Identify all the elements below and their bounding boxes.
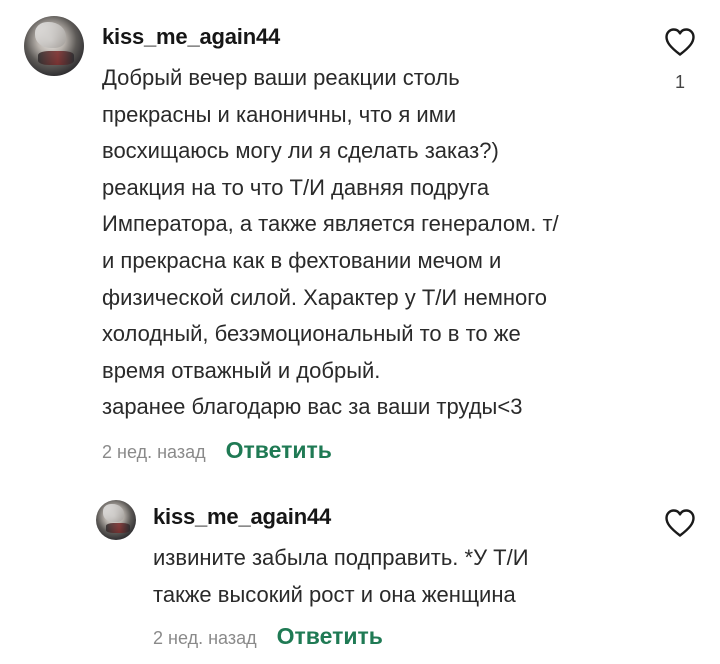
comment-text-line: и прекрасна как в фехтовании мечом и	[102, 247, 502, 273]
avatar[interactable]	[24, 16, 84, 76]
comment-text-line: восхищаюсь могу ли я сделать заказ?)	[102, 138, 499, 164]
like-count: 1	[674, 72, 685, 92]
reply-button[interactable]: Ответить	[226, 437, 332, 464]
comment-text-line: холодный, безэмоциональный то в то же	[102, 321, 521, 347]
comment-username[interactable]: kiss_me_again44	[102, 24, 280, 50]
comment-meta: 2 нед. назад Ответить	[102, 437, 332, 464]
reply-timestamp: 2 нед. назад	[153, 628, 257, 648]
reply-text-line: также высокий рост и она женщина	[153, 581, 516, 607]
reply-button[interactable]: Ответить	[277, 623, 383, 650]
comment-text-line: Императора, а также является генералом. …	[102, 211, 559, 237]
comment-text-line: физической силой. Характер у Т/И немного	[102, 284, 548, 310]
comment-text-line: время отважный и добрый.	[102, 357, 381, 383]
like-button[interactable]	[664, 27, 696, 57]
comment-text-line: прекрасны и каноничны, что я ими	[102, 101, 457, 127]
heart-outline-icon	[665, 509, 695, 537]
like-button[interactable]	[664, 508, 696, 538]
avatar[interactable]	[96, 500, 136, 540]
reply-meta: 2 нед. назад Ответить	[153, 623, 383, 650]
comment-timestamp: 2 нед. назад	[102, 442, 206, 462]
comment-text-line: Добрый вечер ваши реакции столь	[102, 65, 460, 90]
reply-text: извините забыла подправить. *У Т/И также…	[153, 540, 529, 613]
reply-text-line: извините забыла подправить. *У Т/И	[153, 545, 529, 570]
comment-text-line: заранее благодарю вас за ваши труды<3	[102, 394, 523, 420]
comment-text-line: реакция на то что Т/И давняя подруга	[102, 174, 490, 200]
reply-username[interactable]: kiss_me_again44	[153, 504, 331, 530]
comment-text: Добрый вечер ваши реакции столь прекрасн…	[102, 60, 559, 426]
heart-outline-icon	[665, 28, 695, 56]
